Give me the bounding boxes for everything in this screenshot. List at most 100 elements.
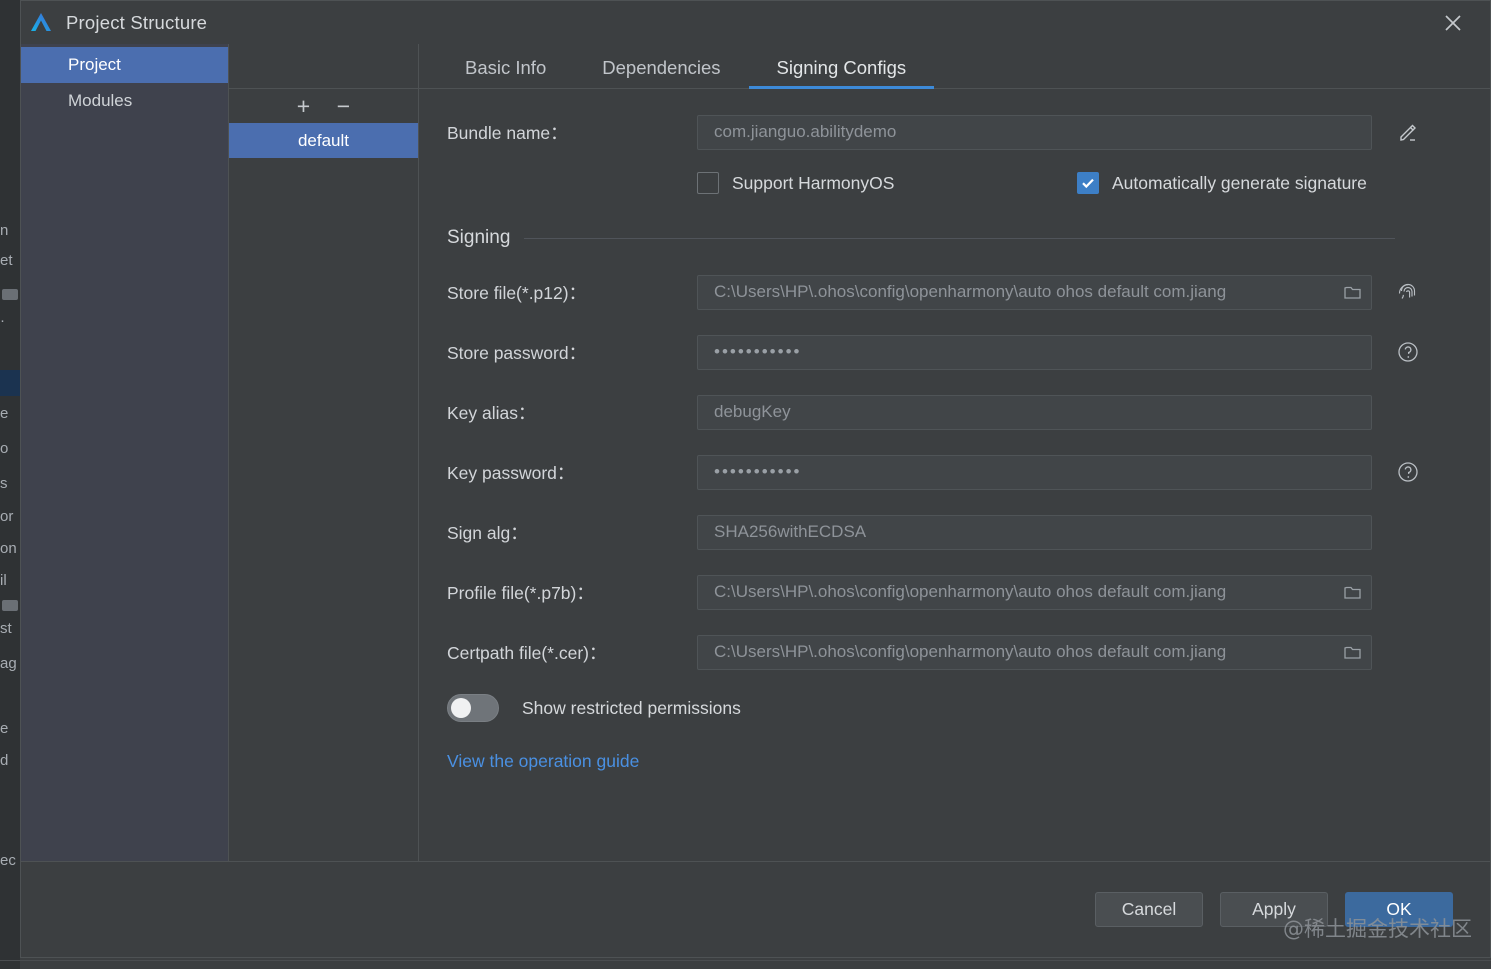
checkbox-label: Support HarmonyOS — [732, 172, 895, 193]
bg-text-fragment: il — [0, 572, 7, 589]
signing-configs-form: Bundle name： com.jianguo.abilitydemo Sup… — [419, 89, 1490, 861]
bundle-name-input[interactable]: com.jianguo.abilitydemo — [697, 114, 1372, 150]
bg-text-fragment: d — [0, 752, 9, 769]
tab-strip: Basic Info Dependencies Signing Configs — [419, 44, 1490, 89]
show-restricted-permissions-toggle[interactable] — [447, 694, 499, 722]
content-panel: Basic Info Dependencies Signing Configs … — [419, 44, 1490, 861]
checkbox-box — [1077, 172, 1099, 194]
signing-config-list-panel: + − default — [229, 44, 419, 861]
bg-text-fragment: o — [0, 440, 9, 457]
checkbox-box — [697, 172, 719, 194]
tab-label: Signing Configs — [776, 57, 907, 78]
list-item[interactable]: default — [229, 123, 418, 158]
config-item-label: default — [297, 130, 350, 150]
bg-text-fragment: s — [0, 475, 8, 492]
bg-text-fragment: or — [0, 508, 14, 525]
page-title: Project Structure — [66, 11, 208, 33]
bg-text-fragment: e — [0, 405, 9, 422]
store-password-value: ••••••••••• — [714, 342, 802, 361]
store-file-row: Store file(*.p12)： C:\Users\HP\.ohos\con… — [419, 271, 1490, 313]
profile-file-row: Profile file(*.p7b)： C:\Users\HP\.ohos\c… — [419, 571, 1490, 613]
remove-config-button[interactable]: − — [335, 94, 353, 118]
store-password-label: Store password： — [447, 342, 587, 363]
bg-text-fragment: on — [0, 540, 17, 557]
profile-file-label: Profile file(*.p7b)： — [447, 582, 594, 603]
dialog-footer: Cancel Apply OK @稀土掘金技术社区 — [21, 861, 1490, 957]
certpath-file-value: C:\Users\HP\.ohos\config\openharmony\aut… — [714, 642, 1227, 661]
group-divider — [524, 237, 1395, 239]
sidebar-item-label: Modules — [68, 91, 133, 110]
tab-label: Dependencies — [602, 57, 721, 78]
dialog-titlebar: Project Structure — [21, 1, 1490, 44]
key-password-input[interactable]: ••••••••••• — [697, 454, 1372, 490]
tab-dependencies[interactable]: Dependencies — [574, 57, 748, 88]
signing-group-header: Signing — [419, 227, 1490, 249]
apply-button[interactable]: Apply — [1220, 892, 1328, 927]
checkbox-auto-generate-signature[interactable]: Automatically generate signature — [1077, 172, 1367, 194]
bg-text-fragment: e — [0, 720, 9, 737]
sign-alg-label: Sign alg： — [447, 522, 528, 543]
folder-icon[interactable] — [1344, 584, 1362, 600]
toggle-label: Show restricted permissions — [522, 697, 741, 718]
background-editor-strip: n et · e o s or on il st ag e d ec — [0, 0, 20, 969]
key-alias-label: Key alias： — [447, 402, 536, 423]
sidebar-item-modules[interactable]: Modules — [21, 83, 228, 119]
certpath-file-row: Certpath file(*.cer)： C:\Users\HP\.ohos\… — [419, 631, 1490, 673]
bg-text-fragment: ec — [0, 852, 16, 869]
add-config-button[interactable]: + — [295, 94, 313, 118]
store-file-label: Store file(*.p12)： — [447, 282, 587, 303]
help-circle-icon[interactable] — [1394, 338, 1422, 366]
tab-strip-spacer — [229, 44, 418, 89]
store-password-row: Store password： ••••••••••• — [419, 331, 1490, 373]
tab-signing-configs[interactable]: Signing Configs — [748, 57, 935, 89]
profile-file-input[interactable]: C:\Users\HP\.ohos\config\openharmony\aut… — [697, 574, 1372, 610]
help-circle-icon[interactable] — [1394, 458, 1422, 486]
background-divider — [0, 960, 1491, 961]
store-password-input[interactable]: ••••••••••• — [697, 334, 1372, 370]
background-selection — [0, 370, 20, 396]
sidebar-item-project[interactable]: Project — [21, 47, 228, 83]
background-scrollbar[interactable] — [2, 289, 18, 300]
bg-text-fragment: n — [0, 222, 9, 239]
certpath-file-input[interactable]: C:\Users\HP\.ohos\config\openharmony\aut… — [697, 634, 1372, 670]
background-scrollbar[interactable] — [2, 600, 18, 611]
checkbox-label: Automatically generate signature — [1112, 172, 1367, 193]
sign-alg-input[interactable]: SHA256withECDSA — [697, 514, 1372, 550]
pencil-edit-icon[interactable] — [1394, 118, 1422, 146]
dialog-sidebar: Project Modules — [21, 44, 229, 861]
key-alias-input[interactable]: debugKey — [697, 394, 1372, 430]
sign-alg-row: Sign alg： SHA256withECDSA — [419, 511, 1490, 553]
tab-label: Basic Info — [465, 57, 547, 78]
sidebar-item-label: Project — [68, 55, 121, 74]
project-structure-dialog: Project Structure Project Modules + − de… — [20, 0, 1491, 958]
folder-icon[interactable] — [1344, 284, 1362, 300]
close-icon[interactable] — [1436, 7, 1470, 39]
sign-alg-value: SHA256withECDSA — [714, 522, 867, 541]
cancel-button[interactable]: Cancel — [1095, 892, 1203, 927]
key-password-row: Key password： ••••••••••• — [419, 451, 1490, 493]
key-alias-row: Key alias： debugKey — [419, 391, 1490, 433]
checkbox-row: Support HarmonyOS Automatically generate… — [419, 167, 1490, 199]
key-alias-value: debugKey — [714, 402, 791, 421]
dialog-body: Project Modules + − default Basic Info D… — [21, 44, 1490, 861]
tab-basic-info[interactable]: Basic Info — [437, 57, 574, 88]
ok-button[interactable]: OK — [1345, 892, 1453, 927]
checkbox-support-harmonyos[interactable]: Support HarmonyOS — [697, 172, 1077, 194]
store-file-input[interactable]: C:\Users\HP\.ohos\config\openharmony\aut… — [697, 274, 1372, 310]
view-operation-guide-link[interactable]: View the operation guide — [419, 751, 1490, 772]
bundle-name-value: com.jianguo.abilitydemo — [714, 122, 897, 141]
bg-text-fragment: st — [0, 620, 12, 637]
bg-text-fragment: et — [0, 252, 13, 269]
config-list-toolbar: + − — [229, 89, 418, 123]
fingerprint-icon[interactable] — [1394, 278, 1422, 306]
show-restricted-permissions-row: Show restricted permissions — [419, 691, 1490, 725]
bundle-name-row: Bundle name： com.jianguo.abilitydemo — [419, 111, 1490, 153]
deveco-logo-icon — [27, 9, 55, 37]
certpath-file-label: Certpath file(*.cer)： — [447, 642, 607, 663]
key-password-value: ••••••••••• — [714, 462, 802, 481]
key-password-label: Key password： — [447, 462, 575, 483]
folder-icon[interactable] — [1344, 644, 1362, 660]
bg-text-fragment: ag — [0, 655, 17, 672]
bg-text-fragment: · — [0, 312, 5, 329]
group-title: Signing — [447, 227, 511, 248]
